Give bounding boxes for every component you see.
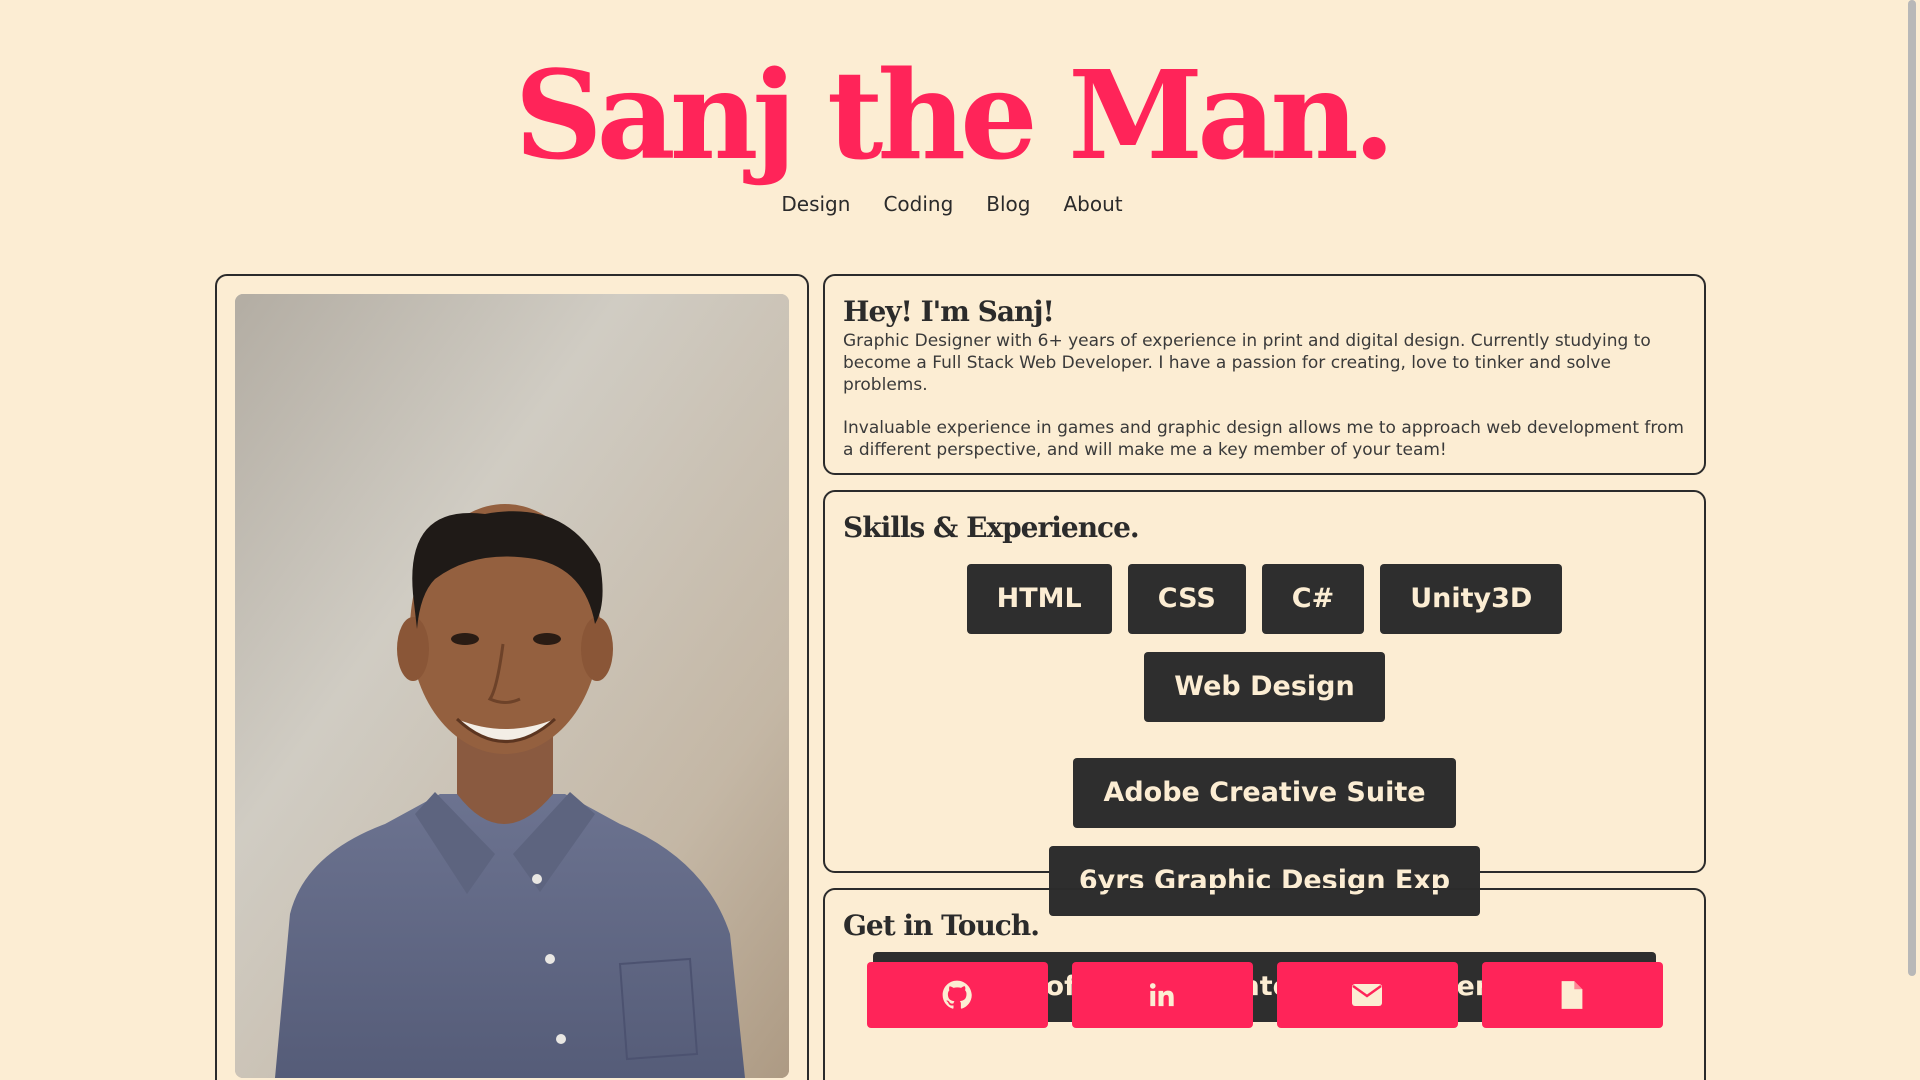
site-title[interactable]: Sanj the Man. xyxy=(0,40,1904,190)
skill-tag-adobe-creative-suite: Adobe Creative Suite xyxy=(1073,758,1456,828)
photo-card xyxy=(215,274,809,1080)
contact-heading: Get in Touch. xyxy=(843,909,1040,942)
scrollbar-thumb[interactable] xyxy=(1908,0,1916,976)
site-header: Sanj the Man. Design Coding Blog About xyxy=(0,40,1904,216)
contact-button-row xyxy=(843,962,1686,1028)
resume-button[interactable] xyxy=(1481,962,1663,1028)
nav-item-design[interactable]: Design xyxy=(781,192,850,216)
resume-file-icon xyxy=(1561,981,1583,1009)
linkedin-icon xyxy=(1149,983,1174,1007)
nav-item-coding[interactable]: Coding xyxy=(883,192,953,216)
skill-tag-csharp: C# xyxy=(1261,564,1365,634)
page: Sanj the Man. Design Coding Blog About H… xyxy=(0,0,1920,1080)
nav-item-about[interactable]: About xyxy=(1063,192,1122,216)
email-button[interactable] xyxy=(1276,962,1458,1028)
intro-card: Hey! I'm Sanj! Graphic Designer with 6+ … xyxy=(823,274,1706,475)
github-button[interactable] xyxy=(866,962,1048,1028)
skills-card: Skills & Experience. HTML CSS C# Unity3D… xyxy=(823,490,1706,1022)
contact-card: Get in Touch. xyxy=(823,888,1706,1080)
intro-heading: Hey! I'm Sanj! xyxy=(843,295,1055,328)
portrait-illustration xyxy=(235,294,789,1078)
intro-paragraph-1: Graphic Designer with 6+ years of experi… xyxy=(843,331,1651,395)
page-scrollbar[interactable] xyxy=(1904,0,1920,1080)
nav-item-blog[interactable]: Blog xyxy=(986,192,1030,216)
intro-paragraph-2: Invaluable experience in games and graph… xyxy=(843,418,1684,460)
main-nav: Design Coding Blog About xyxy=(0,192,1904,216)
skills-heading: Skills & Experience. xyxy=(843,511,1140,544)
linkedin-button[interactable] xyxy=(1071,962,1253,1028)
portrait-photo xyxy=(235,294,789,1078)
skill-tag-web-design: Web Design xyxy=(1144,652,1385,722)
github-icon xyxy=(942,980,972,1009)
email-icon xyxy=(1352,984,1382,1006)
skill-tag-html: HTML xyxy=(966,564,1112,634)
skill-tag-unity3d: Unity3D xyxy=(1380,564,1563,634)
skill-tag-css: CSS xyxy=(1127,564,1246,634)
